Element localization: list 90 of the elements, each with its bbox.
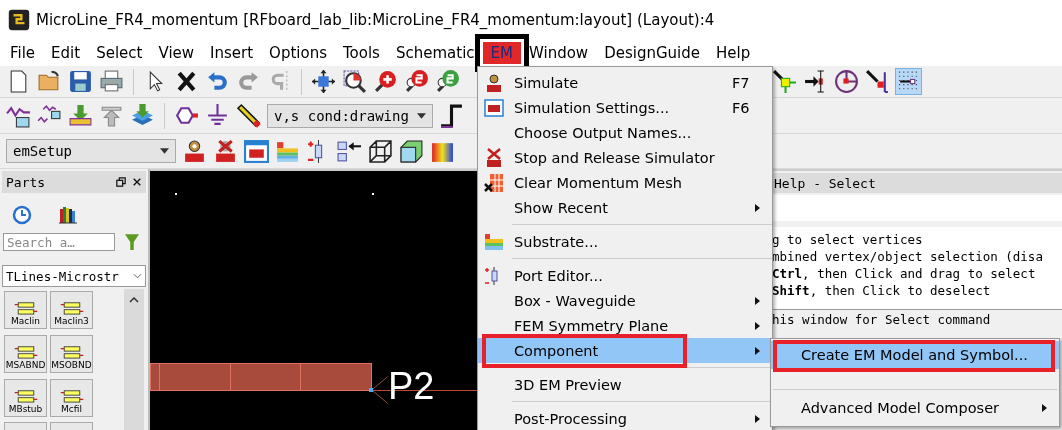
menu-item[interactable]: Simulation Settings... F6 [478,95,772,120]
menu-item[interactable]: Select [88,42,151,64]
gear-badge-icon [484,72,504,93]
scrollbar[interactable] [124,289,144,430]
menu-item[interactable]: Post-Processing [478,406,772,430]
part-tile[interactable]: MSABND [4,334,47,373]
menu-item[interactable]: Schematic [387,42,483,64]
part-tile[interactable] [4,422,47,430]
panel-title: Parts [6,174,47,190]
menu-item[interactable]: FEM Symmetry Plane [478,313,772,338]
download-tray-icon[interactable] [68,103,93,128]
help-text: mbined vertex/object selection (disa [772,248,1044,265]
help-text: his window for Select command [771,311,992,327]
save-icon[interactable] [68,69,93,94]
menu-item[interactable]: Help [707,42,759,64]
arrow-edge-icon[interactable] [865,69,890,94]
filter-icon[interactable] [125,233,139,251]
substrate-icon [484,231,504,252]
part-tile[interactable]: Maclin [4,291,47,329]
menu-item[interactable]: Advanced Model Composer [771,394,1059,422]
cross-badge-icon[interactable] [213,138,238,164]
layer-stack-icon[interactable] [130,103,155,128]
pencil-icon[interactable] [236,103,261,128]
ground-icon[interactable] [205,103,230,128]
help-text: g to select vertices [772,231,924,248]
clock-icon[interactable] [12,205,32,225]
menu-item[interactable]: Box - Waveguide [478,288,772,313]
menu-item[interactable]: Window [520,42,597,64]
panel-title: Help - Select [774,175,876,191]
menu-item[interactable]: Insert [202,42,262,64]
part-tile[interactable]: MSOBND [50,334,93,373]
part-tile[interactable]: Maclin3 [50,291,93,329]
zoom-area-icon[interactable] [342,69,367,94]
menu-item[interactable]: Substrate... [478,229,772,254]
scroll-up-icon[interactable] [129,297,139,303]
float-icon[interactable] [116,177,126,187]
window-badge-icon [484,97,504,118]
help-text: Shift, then Click to deselect [772,282,992,299]
menu-item[interactable]: DesignGuide [596,42,708,64]
target-circle-icon[interactable] [834,69,859,94]
menu-item[interactable]: Port Editor... [478,263,772,288]
caret-icon [417,112,426,119]
part-symbol-icon [12,387,39,404]
move-arrows-icon[interactable] [311,69,336,94]
menu-item[interactable]: File [2,42,44,64]
books-icon[interactable] [58,205,78,225]
snap-grid-icon[interactable] [896,69,921,94]
window-title: MicroLine_FR4_momentum [RFboard_lab_lib:MicroLine_FR4_momentum:layout] (Layout):4 [36,11,715,29]
help-field[interactable] [770,195,1062,221]
part-symbol-icon [58,300,85,316]
part-symbol-icon [58,387,85,404]
cross-badge-icon [484,147,504,168]
gear-badge-icon[interactable] [182,138,207,164]
setup-dropdown[interactable]: emSetup [6,139,176,163]
library-dropdown[interactable]: TLines-Microstr [2,265,146,287]
import-arrow-icon[interactable] [337,138,362,164]
layer-dropdown[interactable]: v,s cond:drawing [267,103,433,128]
help-text: Ctrl, then Click and drag to select [772,265,1037,282]
menu-item[interactable]: Options [261,42,335,64]
window-badge-icon[interactable] [244,138,269,164]
part-tile[interactable]: MBstub [4,378,47,417]
menu-item[interactable]: Stop and Release Simulator [478,145,772,170]
part-tile[interactable] [50,422,93,430]
menu-item[interactable]: Show Recent [478,195,772,220]
menu-item[interactable]: Create EM Model and Symbol... [771,341,1059,369]
wireframe-cube-icon[interactable] [368,138,393,164]
part-symbol-icon [58,343,85,360]
print-icon[interactable] [99,69,124,94]
menu-item[interactable]: Edit [43,42,89,64]
app-logo-icon [8,9,30,31]
menu-item[interactable]: Choose Output Names... [478,120,772,145]
close-icon[interactable] [132,177,142,187]
part-symbol-icon [12,343,39,360]
part-symbol-icon [12,300,39,316]
step-line-icon[interactable] [439,103,464,128]
part-tile[interactable]: Mcfil [50,378,93,417]
node-snap-icon[interactable] [772,69,797,94]
menu-item[interactable]: Clear Momentum Mesh [478,170,772,195]
mesh-grid-icon [484,172,504,193]
caret-icon [160,148,169,154]
solid-cube-icon[interactable] [399,138,424,164]
menu-item[interactable]: View [150,42,203,64]
menu-item[interactable]: Simulate F7 [478,70,772,95]
zoom-out-icon[interactable] [435,69,460,94]
chevron-icon [133,273,142,279]
zoom-in-icon[interactable] [373,69,398,94]
search-field[interactable]: Search a… [3,233,115,251]
zoom-in-icon[interactable] [404,69,429,94]
menu-item[interactable]: Tools [335,42,388,64]
menu-item[interactable]: 3D EM Preview [478,372,772,397]
